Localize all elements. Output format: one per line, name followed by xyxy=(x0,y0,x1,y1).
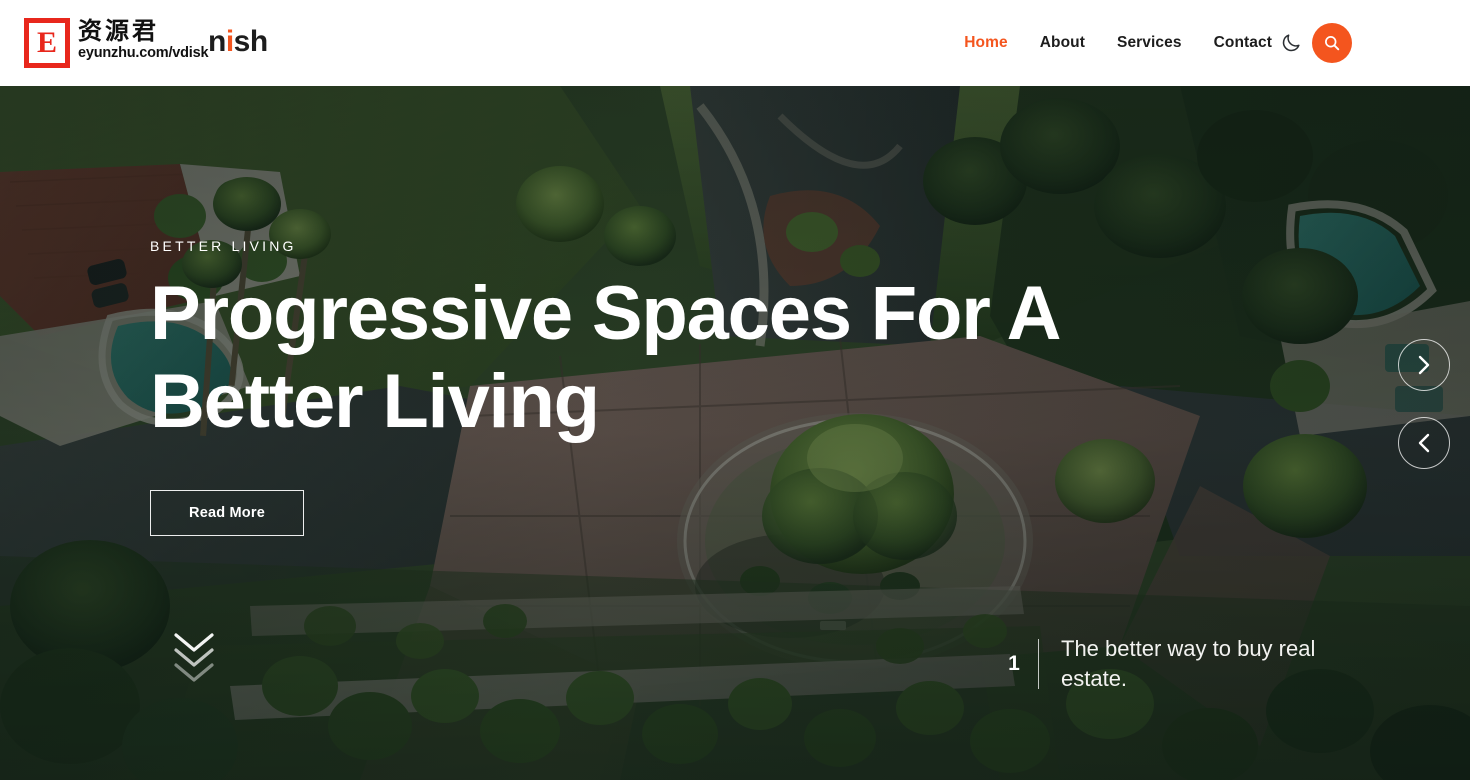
chevron-right-icon xyxy=(1418,355,1430,375)
slide-divider xyxy=(1038,638,1039,689)
watermark-logo: E 资源君 eyunzhu.com/vdisk xyxy=(24,17,209,68)
nav-item-contact[interactable]: Contact xyxy=(1214,34,1272,52)
watermark-chinese-text: 资源君 xyxy=(78,17,159,45)
nav-item-home[interactable]: Home xyxy=(964,34,1007,52)
carousel-next-button[interactable] xyxy=(1398,339,1450,391)
chevron-down-icon xyxy=(174,663,214,682)
logo-text-post: sh xyxy=(233,25,269,58)
moon-icon xyxy=(1282,34,1300,52)
search-button[interactable] xyxy=(1312,23,1352,63)
logo-text-accent: i xyxy=(225,25,234,58)
watermark-url: eyunzhu.com/vdisk xyxy=(78,45,209,62)
watermark-text: 资源君 eyunzhu.com/vdisk xyxy=(78,17,209,62)
hero-section: BETTER LIVING Progressive Spaces For A B… xyxy=(0,86,1470,780)
slide-number: 1 xyxy=(1008,651,1020,675)
nav-item-about[interactable]: About xyxy=(1040,34,1085,52)
carousel-prev-button[interactable] xyxy=(1398,417,1450,469)
main-navigation: Home About Services Contact xyxy=(964,34,1272,52)
logo-text-pre: n xyxy=(208,25,226,58)
site-header: E 资源君 eyunzhu.com/vdisk nish Home About … xyxy=(0,0,1470,86)
hero-title: Progressive Spaces For A Better Living xyxy=(150,271,1059,445)
dark-mode-toggle[interactable] xyxy=(1274,26,1308,60)
slide-tagline: The better way to buy real estate. xyxy=(1061,636,1316,691)
slide-caption: 1 The better way to buy real estate. xyxy=(990,634,1371,693)
hero-eyebrow: BETTER LIVING xyxy=(150,238,297,254)
watermark-letter: E xyxy=(29,23,65,63)
site-logo[interactable]: nish xyxy=(208,25,268,59)
watermark-box-icon: E xyxy=(24,18,70,68)
chevron-left-icon xyxy=(1418,433,1430,453)
nav-item-services[interactable]: Services xyxy=(1117,34,1182,52)
search-icon xyxy=(1325,36,1340,51)
scroll-down-indicator[interactable] xyxy=(172,631,216,685)
read-more-button[interactable]: Read More xyxy=(150,490,304,537)
page-root: BETTER LIVING Progressive Spaces For A B… xyxy=(0,0,1470,780)
hero-content: BETTER LIVING Progressive Spaces For A B… xyxy=(150,238,1110,537)
